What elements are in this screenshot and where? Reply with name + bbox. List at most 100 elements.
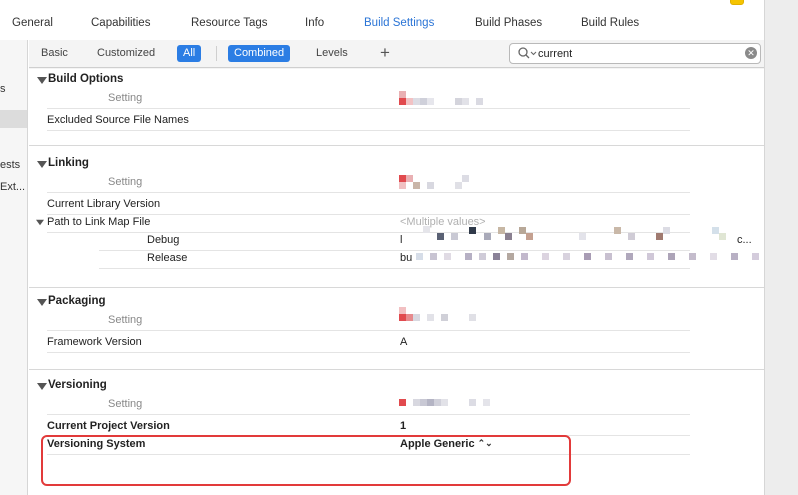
redacted-pixel [719,233,726,240]
redacted-pixel [614,227,621,234]
redacted-pixel [413,399,420,406]
tab-info[interactable]: Info [305,17,324,29]
redacted-pixel [434,399,441,406]
search-field[interactable]: ✕ [509,43,761,64]
redacted-pixel [427,182,434,189]
redacted-pixel [668,253,675,260]
section-header-versioning[interactable]: Versioning [29,377,764,395]
row-divider [47,330,690,331]
setting-column-header: Setting [108,314,143,326]
section-header-linking[interactable]: Linking [29,155,764,173]
section-header-build-options[interactable]: Build Options [29,71,764,89]
redacted-pixel [484,233,491,240]
redacted-pixel [406,98,413,105]
setting-row-current-project-version[interactable]: Current Project Version 1 [29,417,764,435]
redacted-pixel [521,253,528,260]
redacted-pixel [441,314,448,321]
redacted-pixel [483,399,490,406]
tab-resource-tags[interactable]: Resource Tags [191,17,268,29]
annotation-highlight-box [41,435,571,486]
setting-value: A [400,336,408,348]
customized-filter-button[interactable]: Customized [97,47,155,59]
setting-row[interactable]: Framework Version A [29,333,764,351]
redacted-pixel [420,399,427,406]
redacted-pixel [579,233,586,240]
sidebar-selected-row[interactable] [0,110,27,128]
redacted-pixel [493,253,500,260]
section-title: Build Options [48,73,124,85]
redacted-pixel [712,227,719,234]
add-setting-button[interactable]: + [380,43,390,63]
setting-value-start: l [400,234,403,246]
redacted-pixel [455,182,462,189]
section-divider [29,145,764,146]
sidebar-item[interactable]: ests [0,159,27,171]
all-filter-button[interactable]: All [177,45,202,62]
redacted-pixel [505,233,512,240]
setting-label: Current Project Version [47,420,170,432]
setting-value[interactable]: 1 [400,420,406,432]
row-divider [99,268,690,269]
redacted-pixel [462,98,469,105]
redacted-pixel [479,253,486,260]
redacted-pixel [441,399,448,406]
inspector-edge [764,0,798,495]
sidebar-item[interactable]: Ext... [0,181,27,193]
configuration-label: Release [147,252,188,264]
redacted-pixel [462,175,469,182]
disclosure-triangle-icon[interactable] [37,161,47,168]
redacted-pixel [731,253,738,260]
settings-list: Build Options Setting Excluded Source Fi… [29,69,764,495]
disclosure-triangle-icon[interactable] [36,219,44,226]
redacted-pixel [413,314,420,321]
redacted-pixel [399,175,406,182]
warning-badge-icon[interactable] [730,0,744,5]
redacted-pixel [507,253,514,260]
redacted-pixel [413,182,420,189]
column-header-row: Setting [29,173,764,191]
redacted-pixel [542,253,549,260]
redacted-pixel [423,226,430,233]
row-divider [47,414,690,415]
divider [216,46,217,61]
levels-view-button[interactable]: Levels [316,47,348,59]
setting-row[interactable]: Current Library Version [29,195,764,213]
tab-build-phases[interactable]: Build Phases [475,17,542,29]
redacted-pixel [563,253,570,260]
tab-build-settings[interactable]: Build Settings [364,17,434,29]
redacted-pixel [399,399,406,406]
setting-column-header: Setting [108,92,143,104]
redacted-pixel [430,253,437,260]
search-input[interactable] [538,46,728,61]
redacted-pixel [420,98,427,105]
setting-row-release[interactable]: Release bu [29,249,764,267]
tab-capabilities[interactable]: Capabilities [91,17,150,29]
sidebar-item[interactable]: s [0,83,27,95]
targets-sidebar: s ests Ext... [0,40,28,495]
setting-label: Current Library Version [47,198,161,210]
clear-search-icon[interactable]: ✕ [745,47,757,59]
combined-view-button[interactable]: Combined [228,45,291,62]
basic-filter-button[interactable]: Basic [41,47,68,59]
setting-row[interactable]: Excluded Source File Names [29,111,764,129]
row-divider [47,108,690,109]
tab-build-rules[interactable]: Build Rules [581,17,639,29]
redacted-pixel [476,98,483,105]
redacted-pixel [469,314,476,321]
disclosure-triangle-icon[interactable] [37,299,47,306]
redacted-pixel [427,98,434,105]
section-title: Linking [48,157,89,169]
search-icon[interactable] [517,46,537,61]
row-divider [47,130,690,131]
disclosure-triangle-icon[interactable] [37,383,47,390]
setting-row[interactable]: Path to Link Map File <Multiple values> [29,213,764,231]
setting-column-header: Setting [108,398,143,410]
section-title: Versioning [48,379,107,391]
tab-general[interactable]: General [12,17,53,29]
section-header-packaging[interactable]: Packaging [29,293,764,311]
redacted-pixel [399,182,406,189]
setting-label: Framework Version [47,336,142,348]
setting-row-debug[interactable]: Debug l c... [29,226,764,249]
redacted-pixel [752,253,759,260]
disclosure-triangle-icon[interactable] [37,77,47,84]
